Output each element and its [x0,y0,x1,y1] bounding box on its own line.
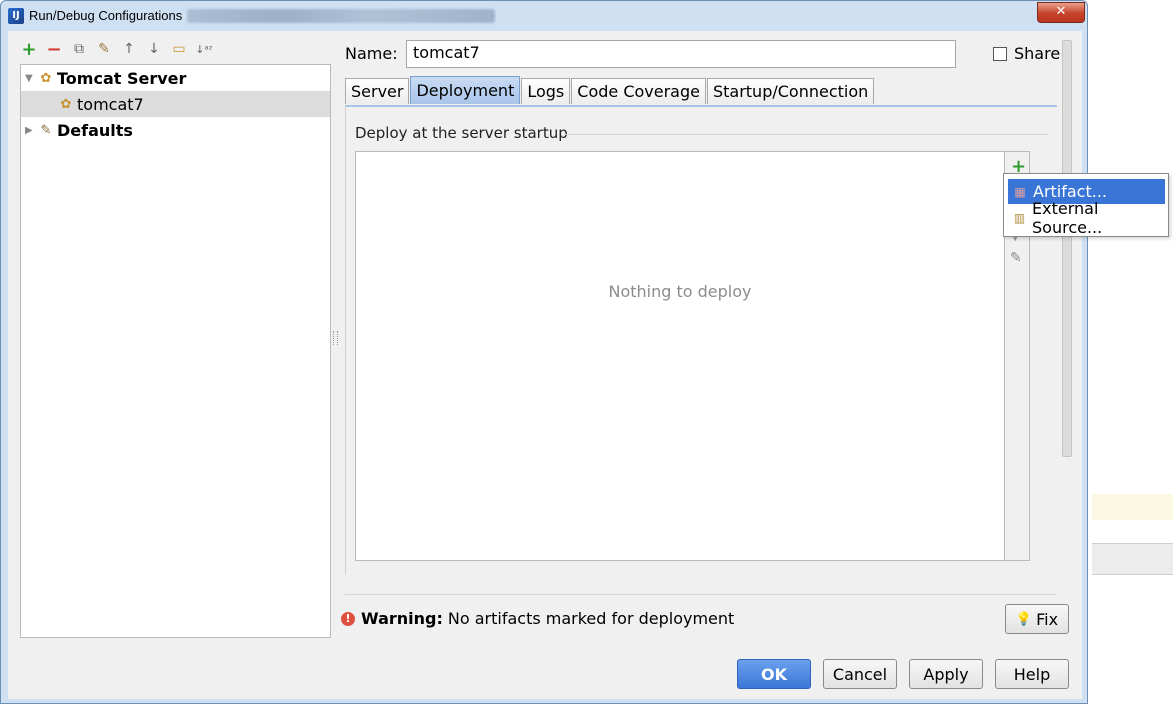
apply-button[interactable]: Apply [909,659,983,689]
tomcat-icon: ✿ [60,96,72,112]
tree-item-label: Defaults [57,120,133,140]
folder-icon[interactable]: ▭ [170,40,188,58]
config-toolbar: + − ⧉ ✎ ↑ ↓ ▭ ↓ᵃᶻ [20,39,213,60]
background-strip [1092,494,1173,520]
cancel-button[interactable]: Cancel [823,659,897,689]
tab-logs[interactable]: Logs [521,78,571,104]
vertical-scrollbar[interactable] [1061,40,1072,596]
tab-startup-connection[interactable]: Startup/Connection [706,78,875,104]
expand-arrow-icon[interactable]: ▶ [25,125,37,136]
external-source-icon: ▥ [1013,210,1026,225]
tree-item-tomcat7[interactable]: ✿ tomcat7 [21,91,330,117]
window-title: Run/Debug Configurations [29,8,183,23]
tab-code-coverage[interactable]: Code Coverage [571,78,706,104]
tree-item-label: Tomcat Server [57,68,187,88]
menu-item-label: External Source... [1032,198,1103,237]
edit-icon[interactable]: ✎ [1010,250,1022,266]
tab-server[interactable]: Server [345,78,410,104]
config-tree[interactable]: ▼ ✿ Tomcat Server ✿ tomcat7 ▶ ✎ Defaults [20,64,331,638]
copy-icon[interactable]: ⧉ [70,40,88,58]
warning-text: No artifacts marked for deployment [447,609,735,628]
share-label: Share [1014,44,1061,63]
warning-prefix: Warning: [361,609,443,628]
tree-item-defaults[interactable]: ▶ ✎ Defaults [21,117,330,143]
ok-button[interactable]: OK [737,659,811,689]
expand-arrow-icon[interactable]: ▼ [25,73,37,84]
close-button[interactable]: ✕ [1037,2,1085,23]
checkbox-box[interactable] [993,46,1007,61]
menu-item-external-source[interactable]: ▥ External Source... [1008,199,1165,237]
panel-divider [345,594,1057,595]
add-icon[interactable]: + [20,39,38,60]
artifact-icon: ▦ [1014,184,1026,199]
section-title: Deploy at the server startup [355,124,568,142]
warning-message: ! Warning: No artifacts marked for deplo… [341,609,734,628]
arrow-up-icon[interactable]: ↑ [120,40,138,58]
tab-deployment[interactable]: Deployment [410,76,521,104]
wrench-icon: ✎ [40,122,52,138]
name-input[interactable]: tomcat7 [406,40,956,68]
dialog-content: + − ⧉ ✎ ↑ ↓ ▭ ↓ᵃᶻ ▼ ✿ Tomcat Server ✿ to… [8,31,1082,699]
tree-item-label: tomcat7 [77,94,144,114]
name-label: Name: [345,44,398,63]
tree-item-tomcat-server[interactable]: ▼ ✿ Tomcat Server [21,65,330,91]
fix-button[interactable]: 💡 Fix [1005,604,1069,634]
run-debug-dialog: IJ Run/Debug Configurations ✕ + − ⧉ ✎ ↑ … [0,0,1088,704]
remove-icon[interactable]: − [45,39,63,60]
intellij-icon: IJ [8,8,24,24]
blurred-title-area [187,9,495,23]
lightbulb-icon: 💡 [1015,611,1033,627]
share-checkbox[interactable]: Share [993,44,1060,63]
empty-list-text: Nothing to deploy [608,282,752,301]
background-strip-gray [1092,543,1173,575]
deployment-panel: Deploy at the server startup Nothing to … [345,105,1057,575]
section-divider [565,134,1049,135]
arrow-down-icon[interactable]: ↓ [145,40,163,58]
help-button[interactable]: Help [995,659,1069,689]
deployment-list[interactable]: Nothing to deploy [355,151,1005,561]
tomcat-icon: ✿ [40,70,52,86]
add-popup-menu: ▦ Artifact... ▥ External Source... [1003,173,1169,237]
sort-icon[interactable]: ↓ᵃᶻ [195,40,213,58]
config-tabs: Server Deployment Logs Code Coverage Sta… [345,76,875,105]
scrollbar-thumb[interactable] [1062,40,1072,457]
wrench-icon[interactable]: ✎ [95,40,113,58]
fix-label: Fix [1036,609,1059,629]
title-bar[interactable]: IJ Run/Debug Configurations ✕ [1,1,1089,31]
splitter-handle[interactable] [333,331,338,345]
error-icon: ! [341,611,355,626]
